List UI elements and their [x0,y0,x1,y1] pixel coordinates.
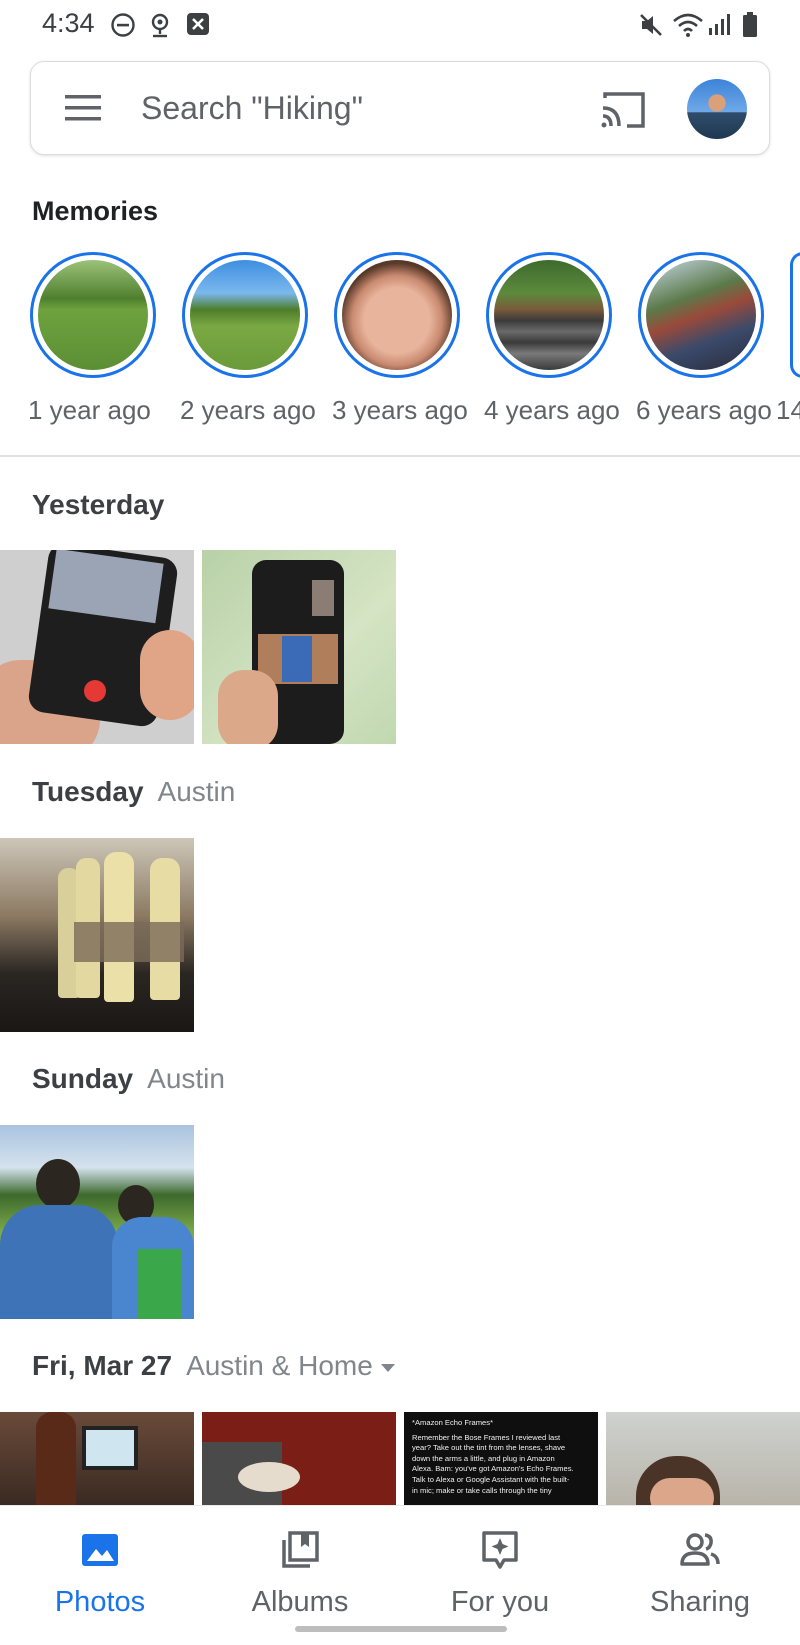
note-line: Remember the Bose Frames I reviewed last [412,1432,561,1442]
nav-albums[interactable]: Albums [200,1506,400,1645]
nav-photos[interactable]: Photos [0,1506,200,1645]
location-icon [151,13,169,38]
memory-2[interactable]: 2 years ago [180,252,316,425]
photos-icon [82,1534,118,1566]
section-date: Sunday [32,1063,134,1094]
account-avatar[interactable] [687,79,747,139]
menu-icon[interactable] [65,93,101,123]
note-line: year? Take out the tint from the lenses,… [412,1443,566,1453]
memory-label: 4 years ago [484,395,620,425]
section-location: Austin [157,776,236,807]
photo-thumbnail[interactable] [0,1125,194,1319]
nav-for-you[interactable]: For you [400,1506,600,1645]
photo-thumbnail[interactable] [606,1412,800,1505]
signal-icon [709,14,730,35]
battery-icon [743,12,757,37]
memory-thumbnail [190,260,300,370]
note-line: in mic; make or take calls through the t… [412,1485,552,1495]
photo-thumbnail[interactable] [0,838,194,1032]
section-date: Tuesday [32,776,144,807]
note-line: Alexa. Bam: you've got Amazon's Echo Fra… [412,1464,574,1474]
nav-label: Albums [251,1586,349,1618]
photo-thumbnail[interactable]: *Amazon Echo Frames* Remember the Bose F… [404,1412,598,1505]
section-date: Yesterday [32,489,165,520]
section-header-fri-mar-27: Fri, Mar 27 Austin & Home [32,1350,395,1382]
photo-thumbnail[interactable] [0,1412,194,1505]
note-line: Talk to Alexa or Google Assistant with t… [412,1474,570,1484]
section-header-yesterday: Yesterday [32,489,164,521]
search-input[interactable]: Search "Hiking" [141,90,363,127]
cast-icon[interactable] [599,88,647,130]
memory-6[interactable]: 14 [776,252,800,425]
note-line: *Amazon Echo Frames* [412,1418,494,1427]
nav-label: Photos [54,1586,146,1618]
memory-4[interactable]: 4 years ago [484,252,620,425]
memories-title: Memories [32,196,159,226]
memory-thumbnail [342,260,452,370]
gesture-home-bar[interactable] [295,1626,507,1632]
memory-label: 14 [776,395,800,425]
memories-divider [0,455,800,457]
memory-label: 1 year ago [28,395,151,425]
section-date: Fri, Mar 27 [32,1350,173,1381]
section-header-tuesday: Tuesday Austin [32,776,235,808]
photo-thumbnail[interactable] [202,550,396,744]
note-line: down the arms a little, and plug in Amaz… [412,1453,555,1463]
nav-sharing[interactable]: Sharing [600,1506,800,1645]
albums-icon [282,1531,319,1568]
nav-label: For you [450,1586,550,1618]
memory-thumbnail [38,260,148,370]
do-not-disturb-icon [111,13,135,37]
status-bar: 4:34 [0,0,800,50]
section-header-sunday: Sunday Austin [32,1063,225,1095]
wifi-icon [673,13,703,37]
bottom-navigation: Photos Albums For you Sharing [0,1505,800,1645]
section-location: Austin & Home [186,1350,373,1381]
memory-3[interactable]: 3 years ago [332,252,468,425]
memory-1[interactable]: 1 year ago [28,252,156,425]
memory-5[interactable]: 6 years ago [636,252,772,425]
section-location: Austin [147,1063,225,1094]
sharing-icon [680,1533,720,1566]
app-notification-icon [187,13,209,35]
mute-icon [640,14,662,36]
search-bar[interactable]: Search "Hiking" [30,61,770,155]
photo-thumbnail[interactable] [202,1412,396,1505]
chevron-down-icon[interactable] [380,1363,395,1372]
memory-thumbnail [646,260,756,370]
photo-thumbnail[interactable] [0,550,194,744]
memory-label: 3 years ago [332,395,468,425]
memory-thumbnail [494,260,604,370]
memory-label: 6 years ago [636,395,772,425]
status-time: 4:34 [42,8,95,38]
for-you-icon [482,1531,518,1569]
nav-label: Sharing [650,1586,750,1618]
memory-label: 2 years ago [180,395,316,425]
